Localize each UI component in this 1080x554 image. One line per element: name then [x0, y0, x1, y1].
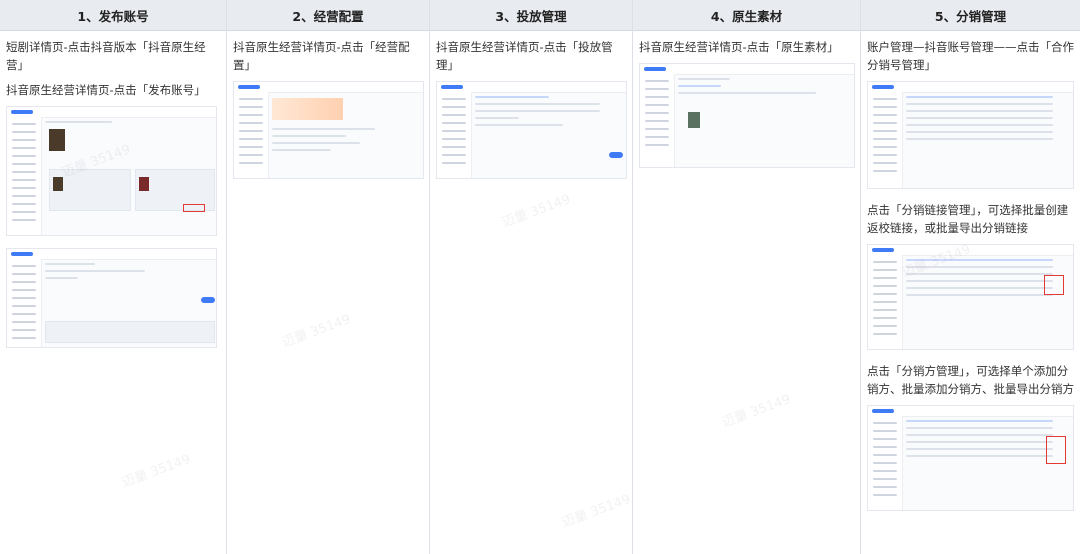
- step-text: 抖音原生经营详情页-点击「发布账号」: [6, 83, 206, 97]
- instruction-table: 1、发布账号 短剧详情页-点击抖音版本「抖音原生经营」 抖音原生经营详情页-点击…: [0, 0, 1080, 554]
- column-header: 2、经营配置: [227, 0, 429, 31]
- column-operation-config: 2、经营配置 抖音原生经营详情页-点击「经营配置」: [227, 0, 430, 554]
- column-header: 1、发布账号: [0, 0, 226, 31]
- step-text: 点击「分销链接管理」，可选择批量创建返校链接，或批量导出分销链接: [867, 203, 1069, 235]
- screenshot-distribution-link: [867, 244, 1074, 350]
- step-text: 抖音原生经营详情页-点击「经营配置」: [233, 40, 410, 72]
- column-header: 4、原生素材: [633, 0, 860, 31]
- screenshot-partner-account: [867, 81, 1074, 189]
- step-text: 点击「分销方管理」，可选择单个添加分销方、批量添加分销方、批量导出分销方: [867, 364, 1074, 396]
- column-header: 5、分销管理: [861, 0, 1080, 31]
- column-distribution-management: 5、分销管理 账户管理—抖音账号管理——点击「合作分销号管理」 点击「分销链接管…: [861, 0, 1080, 554]
- screenshot-operation-config: [233, 81, 424, 179]
- column-native-material: 4、原生素材 抖音原生经营详情页-点击「原生素材」: [633, 0, 861, 554]
- column-publish-account: 1、发布账号 短剧详情页-点击抖音版本「抖音原生经营」 抖音原生经营详情页-点击…: [0, 0, 227, 554]
- screenshot-native-detail: [6, 248, 217, 348]
- screenshot-ad-management: [436, 81, 627, 179]
- column-ad-management: 3、投放管理 抖音原生经营详情页-点击「投放管理」: [430, 0, 633, 554]
- screenshot-drama-detail: [6, 106, 217, 236]
- step-text: 抖音原生经营详情页-点击「投放管理」: [436, 40, 613, 72]
- step-text: 账户管理—抖音账号管理——点击「合作分销号管理」: [867, 40, 1074, 72]
- step-text: 短剧详情页-点击抖音版本「抖音原生经营」: [6, 40, 206, 72]
- step-text: 抖音原生经营详情页-点击「原生素材」: [639, 40, 839, 54]
- screenshot-distributor: [867, 405, 1074, 511]
- column-header: 3、投放管理: [430, 0, 632, 31]
- screenshot-native-material: [639, 63, 855, 168]
